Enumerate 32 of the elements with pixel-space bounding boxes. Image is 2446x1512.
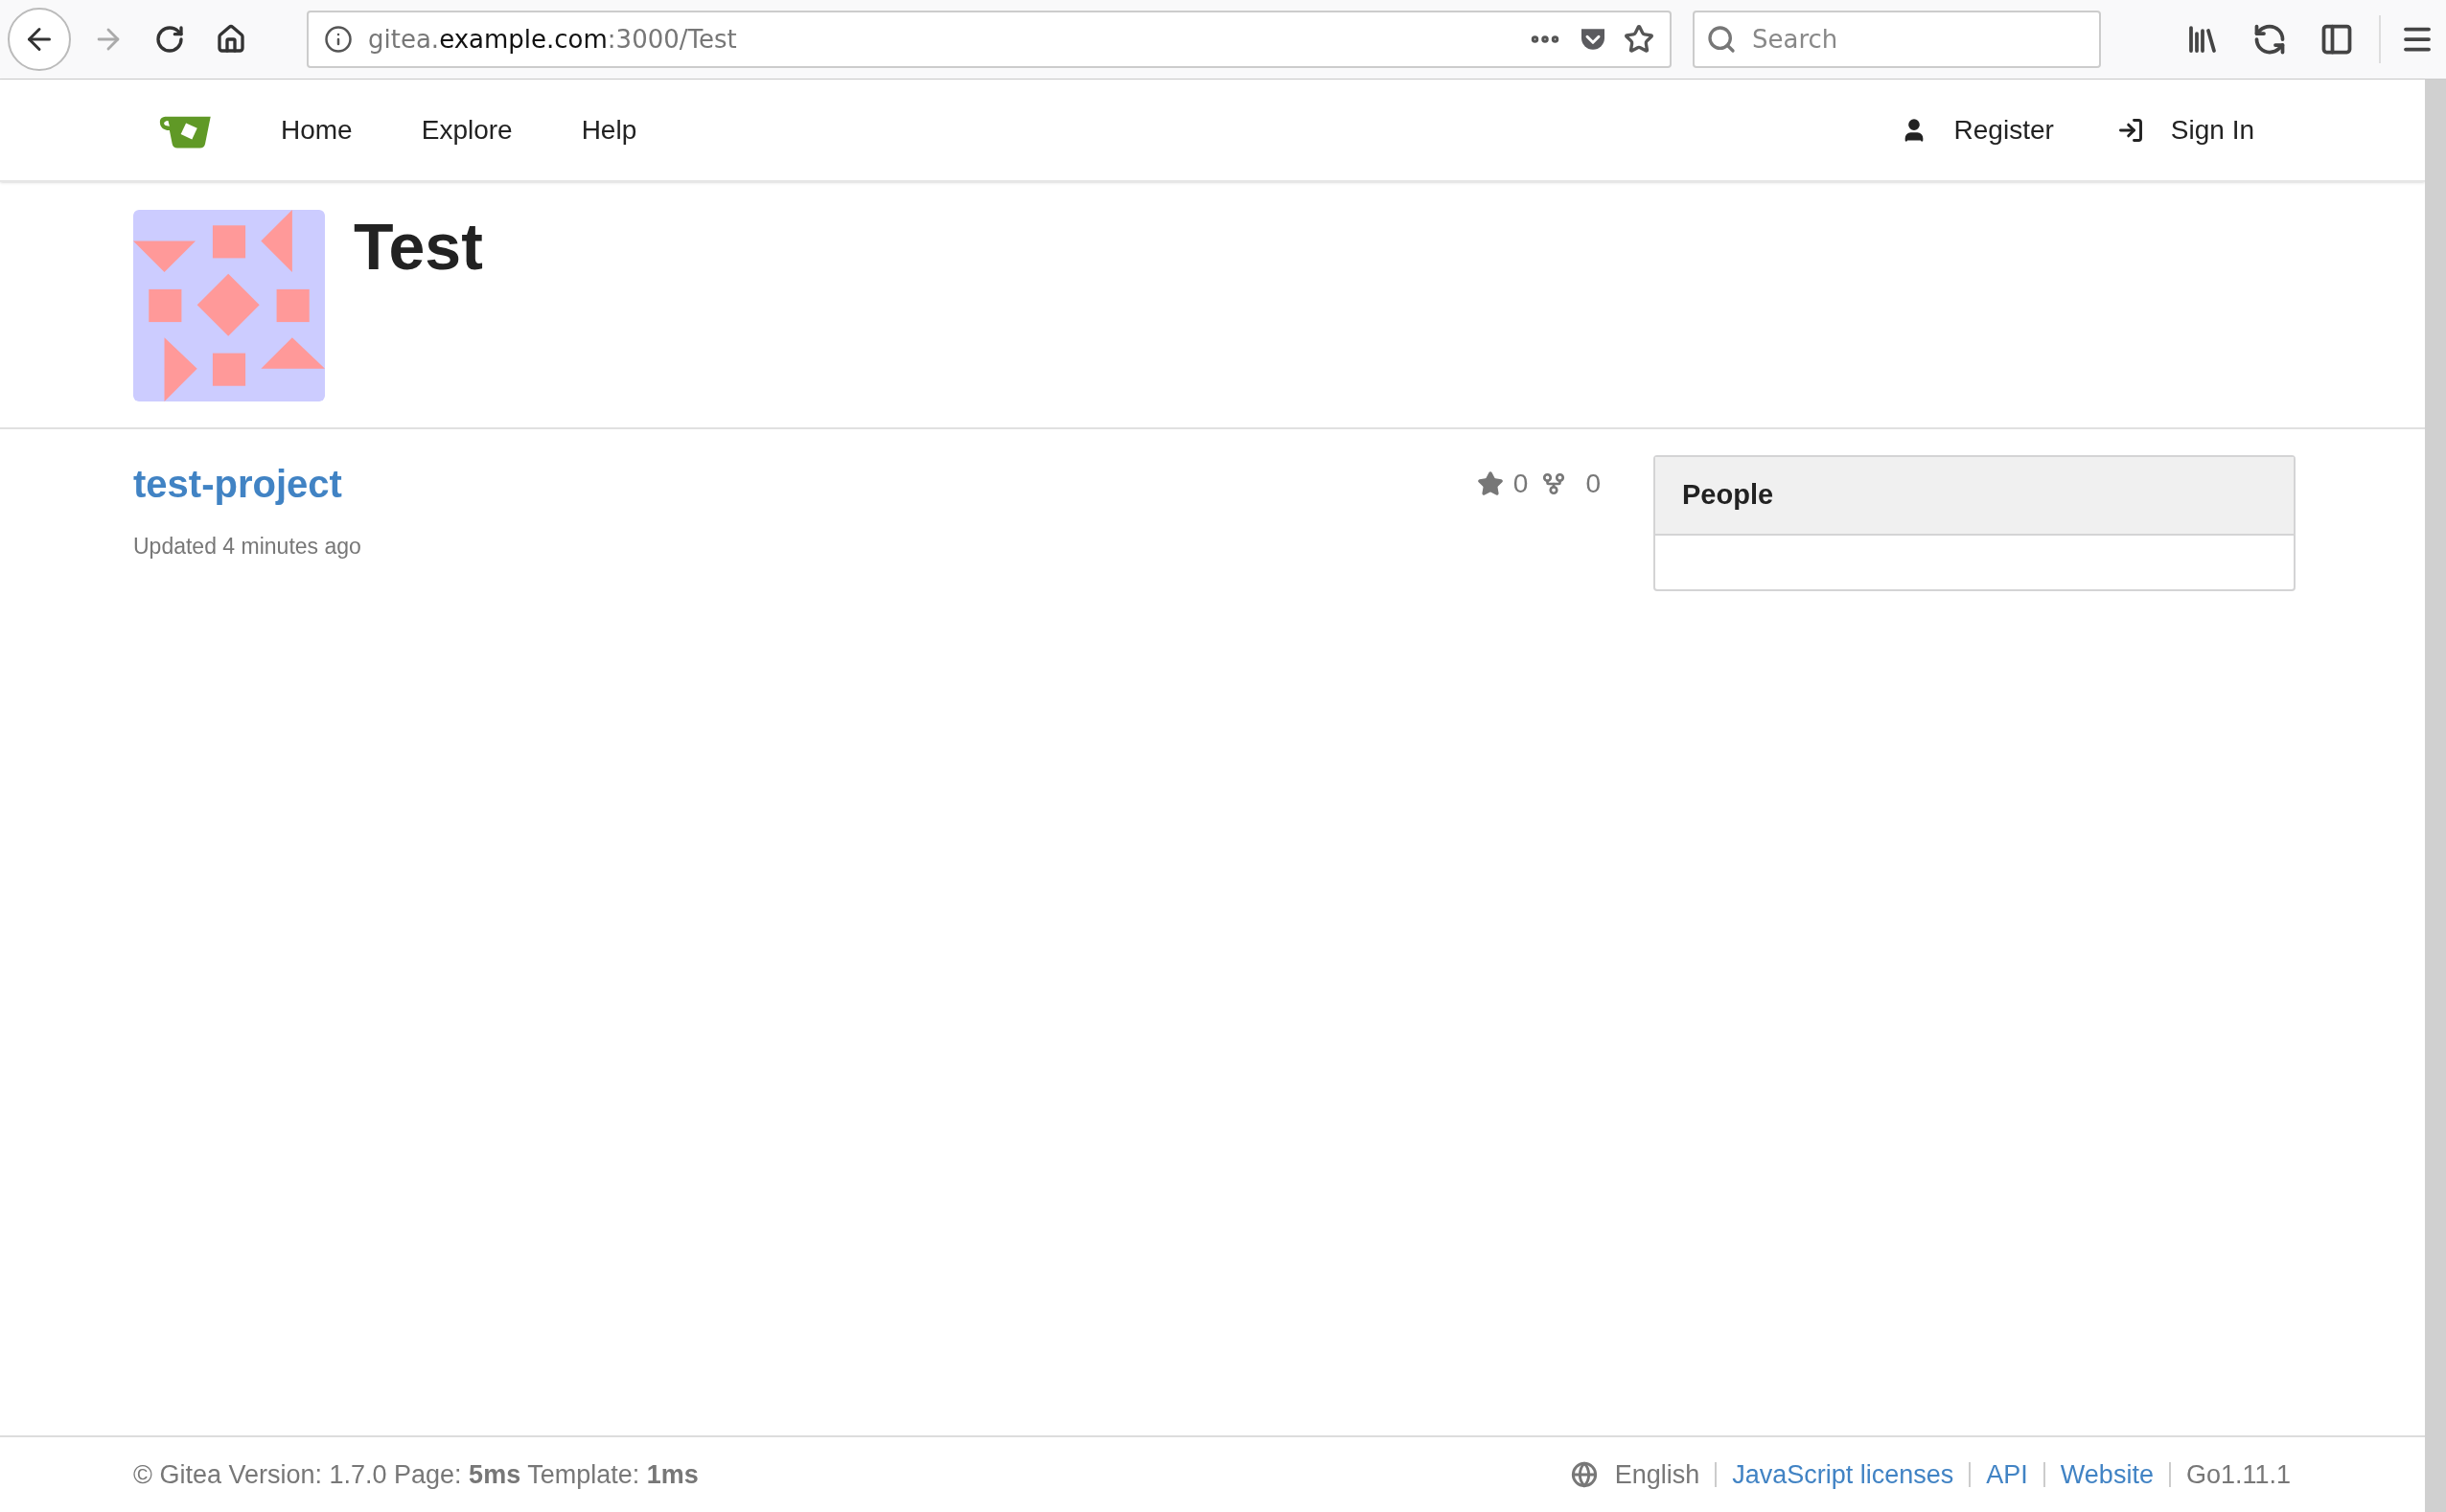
url-text: gitea.example.com:3000/Test xyxy=(368,23,737,56)
footer-link[interactable]: API xyxy=(1986,1455,2028,1495)
nav-link[interactable]: Home xyxy=(281,109,353,150)
star-icon xyxy=(1476,470,1504,497)
nav-link[interactable]: Help xyxy=(581,109,637,150)
register-link[interactable]: Register xyxy=(1900,109,2054,150)
nav-link[interactable]: Explore xyxy=(421,109,513,150)
panel-title: People xyxy=(1682,478,1774,513)
sign-in-link[interactable]: Sign In xyxy=(2116,109,2254,150)
org-title: Test xyxy=(354,214,483,279)
sidebar-icon[interactable] xyxy=(2319,22,2354,57)
version-info: © Gitea Version: 1.7.0 Page: 5ms Template: 1ms xyxy=(133,1458,699,1491)
url-field[interactable]: gitea.example.com:3000/Test xyxy=(307,11,1672,68)
search-field[interactable]: Search xyxy=(1693,11,2101,68)
repo-link[interactable]: test-project xyxy=(133,455,342,513)
fork-icon xyxy=(1541,471,1567,496)
sign-in-icon xyxy=(2116,116,2144,144)
scrollbar[interactable] xyxy=(2425,80,2446,1512)
bookmark-star-icon[interactable] xyxy=(1624,24,1654,55)
search-icon xyxy=(1706,24,1737,55)
house-icon xyxy=(216,24,246,55)
go-version: Go1.11.1 xyxy=(2185,1458,2291,1491)
star-count: 0 xyxy=(1512,468,1529,500)
info-icon[interactable] xyxy=(324,25,353,54)
globe-icon[interactable] xyxy=(1570,1461,1598,1488)
footer-link[interactable]: Website xyxy=(2060,1455,2154,1495)
footer-link[interactable]: JavaScript licenses xyxy=(1732,1455,1954,1495)
updated-time: Updated 4 minutes ago xyxy=(133,533,362,561)
fork-count: 0 xyxy=(1585,468,1601,500)
reload-icon xyxy=(154,24,185,55)
language-selector[interactable]: English xyxy=(1614,1455,1700,1495)
sync-icon[interactable] xyxy=(2252,22,2287,57)
